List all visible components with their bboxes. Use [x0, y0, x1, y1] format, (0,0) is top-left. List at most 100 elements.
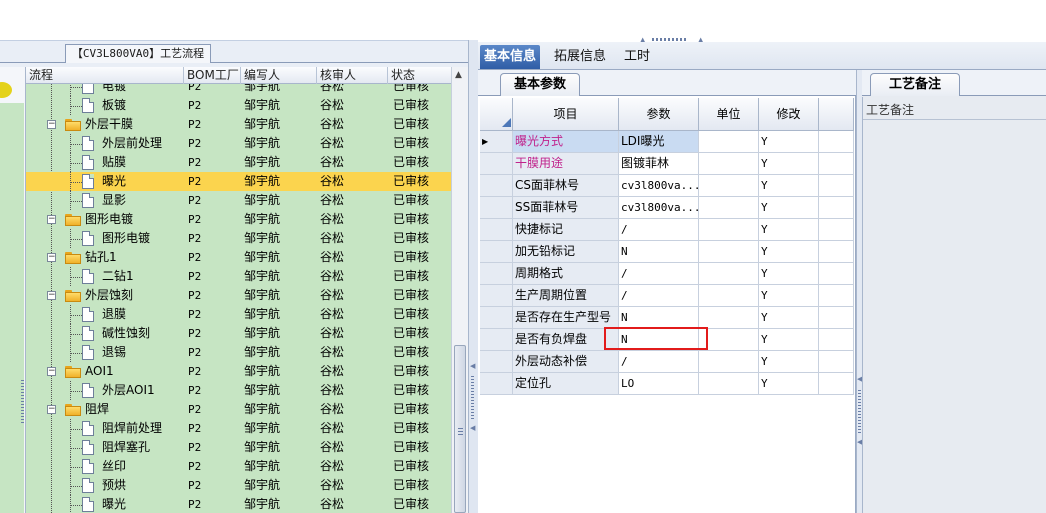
- tree-row[interactable]: 预烘 P2 邹宇航 谷松 已审核: [26, 476, 451, 495]
- splitter-arrow-icon[interactable]: ◀: [470, 362, 475, 370]
- param-modify-cell[interactable]: Y: [759, 197, 819, 219]
- param-unit-cell[interactable]: [699, 307, 759, 329]
- tree-row[interactable]: 碱性蚀刻 P2 邹宇航 谷松 已审核: [26, 324, 451, 343]
- param-value-cell[interactable]: 图镀菲林: [619, 153, 699, 175]
- tree-row[interactable]: 板镀 P2 邹宇航 谷松 已审核: [26, 96, 451, 115]
- param-item-cell[interactable]: 周期格式: [513, 263, 619, 285]
- collapse-node-icon[interactable]: −: [47, 215, 56, 224]
- param-item-cell[interactable]: 外层动态补偿: [513, 351, 619, 373]
- param-item-cell[interactable]: CS面菲林号: [513, 175, 619, 197]
- grid-row-selector[interactable]: [480, 175, 513, 197]
- param-unit-cell[interactable]: [699, 219, 759, 241]
- collapse-node-icon[interactable]: −: [47, 291, 56, 300]
- param-unit-cell[interactable]: [699, 373, 759, 395]
- param-modify-cell[interactable]: Y: [759, 307, 819, 329]
- tree-scrollbar[interactable]: ▲: [451, 67, 468, 513]
- tab-basic-info[interactable]: 基本信息: [480, 45, 541, 69]
- grid-row-selector[interactable]: [480, 373, 513, 395]
- grid-row-selector[interactable]: [480, 153, 513, 175]
- col-header-param[interactable]: 参数: [619, 98, 699, 131]
- param-item-cell[interactable]: SS面菲林号: [513, 197, 619, 219]
- tree-row[interactable]: 显影 P2 邹宇航 谷松 已审核: [26, 191, 451, 210]
- param-value-cell[interactable]: cv3l800va...: [619, 197, 699, 219]
- param-unit-cell[interactable]: [699, 131, 759, 153]
- param-modify-cell[interactable]: Y: [759, 219, 819, 241]
- tree-row[interactable]: 图形电镀 P2 邹宇航 谷松 已审核: [26, 229, 451, 248]
- collapse-node-icon[interactable]: −: [47, 367, 56, 376]
- param-item-cell[interactable]: 快捷标记: [513, 219, 619, 241]
- param-value-cell[interactable]: LO: [619, 373, 699, 395]
- tree-row[interactable]: 退锡 P2 邹宇航 谷松 已审核: [26, 343, 451, 362]
- param-modify-cell[interactable]: Y: [759, 175, 819, 197]
- left-splitter[interactable]: ◀ ◀: [468, 40, 478, 513]
- param-modify-cell[interactable]: Y: [759, 285, 819, 307]
- param-unit-cell[interactable]: [699, 197, 759, 219]
- tree-row[interactable]: 外层AOI1 P2 邹宇航 谷松 已审核: [26, 381, 451, 400]
- param-item-cell[interactable]: 是否存在生产型号: [513, 307, 619, 329]
- param-item-cell[interactable]: 曝光方式: [513, 131, 619, 153]
- param-item-cell[interactable]: 加无铅标记: [513, 241, 619, 263]
- col-header-status[interactable]: 状态: [388, 67, 451, 84]
- tree-folder-row[interactable]: − 图形电镀 P2 邹宇航 谷松 已审核: [26, 210, 451, 229]
- grid-row-selector[interactable]: [480, 307, 513, 329]
- param-value-cell[interactable]: N: [619, 241, 699, 263]
- col-header-bom-factory[interactable]: BOM工厂: [184, 67, 241, 84]
- tree-folder-row[interactable]: − AOI1 P2 邹宇航 谷松 已审核: [26, 362, 451, 381]
- tree-row[interactable]: 曝光 P2 邹宇航 谷松 已审核: [26, 172, 451, 191]
- tree-folder-row[interactable]: − 钻孔1 P2 邹宇航 谷松 已审核: [26, 248, 451, 267]
- collapse-node-icon[interactable]: −: [47, 253, 56, 262]
- param-modify-cell[interactable]: Y: [759, 351, 819, 373]
- param-unit-cell[interactable]: [699, 351, 759, 373]
- grid-row-selector[interactable]: [480, 285, 513, 307]
- param-value-cell[interactable]: /: [619, 285, 699, 307]
- grid-row-selector[interactable]: ▶: [480, 131, 513, 153]
- tab-work-hours[interactable]: 工时: [624, 45, 650, 69]
- param-unit-cell[interactable]: [699, 329, 759, 351]
- tree-row[interactable]: 二钻1 P2 邹宇航 谷松 已审核: [26, 267, 451, 286]
- param-modify-cell[interactable]: Y: [759, 263, 819, 285]
- param-value-cell[interactable]: /: [619, 219, 699, 241]
- grid-row-selector[interactable]: [480, 263, 513, 285]
- col-header-modify[interactable]: 修改: [759, 98, 819, 131]
- tree-row[interactable]: 电镀 P2 邹宇航 谷松 已审核: [26, 84, 451, 96]
- grid-row-selector[interactable]: [480, 197, 513, 219]
- tree-folder-row[interactable]: − 外层干膜 P2 邹宇航 谷松 已审核: [26, 115, 451, 134]
- col-header-writer[interactable]: 编写人: [241, 67, 317, 84]
- param-value-cell[interactable]: LDI曝光: [619, 131, 699, 153]
- param-value-cell[interactable]: /: [619, 351, 699, 373]
- tree-row[interactable]: 阻焊前处理 P2 邹宇航 谷松 已审核: [26, 419, 451, 438]
- param-value-cell[interactable]: /: [619, 263, 699, 285]
- param-modify-cell[interactable]: Y: [759, 153, 819, 175]
- tree-row[interactable]: 丝印 P2 邹宇航 谷松 已审核: [26, 457, 451, 476]
- param-modify-cell[interactable]: Y: [759, 131, 819, 153]
- tree-folder-row[interactable]: − 外层蚀刻 P2 邹宇航 谷松 已审核: [26, 286, 451, 305]
- process-notes-area[interactable]: 工艺备注: [862, 97, 1046, 513]
- splitter-arrow-icon-2[interactable]: ◀: [470, 424, 475, 432]
- left-edge-grip[interactable]: [21, 380, 24, 424]
- param-unit-cell[interactable]: [699, 285, 759, 307]
- param-item-cell[interactable]: 定位孔: [513, 373, 619, 395]
- tab-basic-params[interactable]: 基本参数: [500, 73, 580, 96]
- param-unit-cell[interactable]: [699, 263, 759, 285]
- tab-process-notes[interactable]: 工艺备注: [870, 73, 960, 96]
- param-modify-cell[interactable]: Y: [759, 373, 819, 395]
- grid-row-selector[interactable]: [480, 241, 513, 263]
- param-modify-cell[interactable]: Y: [759, 329, 819, 351]
- collapse-node-icon[interactable]: −: [47, 120, 56, 129]
- param-unit-cell[interactable]: [699, 153, 759, 175]
- param-modify-cell[interactable]: Y: [759, 241, 819, 263]
- col-header-reviewer[interactable]: 核审人: [317, 67, 388, 84]
- param-unit-cell[interactable]: [699, 241, 759, 263]
- col-header-flow[interactable]: 流程: [26, 67, 184, 84]
- grid-row-selector[interactable]: [480, 219, 513, 241]
- grid-row-selector[interactable]: [480, 329, 513, 351]
- param-value-cell[interactable]: N: [619, 307, 699, 329]
- param-item-cell[interactable]: 干膜用途: [513, 153, 619, 175]
- scroll-up-icon[interactable]: ▲: [455, 70, 462, 80]
- tree-row[interactable]: 阻焊塞孔 P2 邹宇航 谷松 已审核: [26, 438, 451, 457]
- param-unit-cell[interactable]: [699, 175, 759, 197]
- tree-row[interactable]: 曝光 P2 邹宇航 谷松 已审核: [26, 495, 451, 513]
- collapse-node-icon[interactable]: −: [47, 405, 56, 414]
- grid-row-selector[interactable]: [480, 351, 513, 373]
- param-value-cell[interactable]: cv3l800va...: [619, 175, 699, 197]
